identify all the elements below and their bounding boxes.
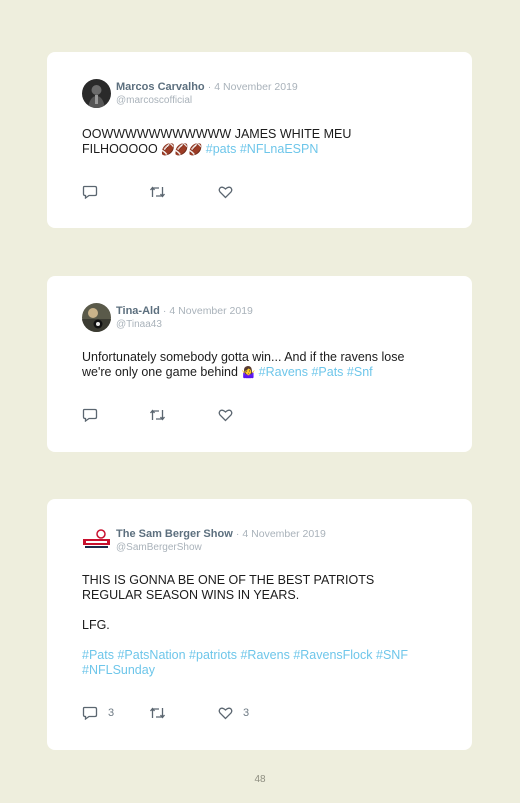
separator: · (235, 528, 240, 540)
reply-icon (82, 706, 98, 720)
hashtag[interactable]: #PatsNation (117, 648, 185, 662)
tweet-text-line: REGULAR SEASON WINS IN YEARS. (82, 588, 300, 602)
tweet-date[interactable]: 4 November 2019 (214, 81, 297, 93)
tweet-card: Marcos Carvalho · 4 November 2019 @marco… (47, 52, 472, 228)
tweet-text: Unfortunately somebody gotta win... And … (82, 350, 452, 381)
hashtag[interactable]: #pats (206, 142, 237, 156)
page-number: 48 (254, 774, 266, 785)
like-button[interactable]: 3 (218, 706, 249, 720)
football-emoji: 🏈🏈🏈 (161, 144, 203, 156)
tweet-text-line: we're only one game behind (82, 365, 238, 379)
avatar[interactable] (82, 79, 111, 108)
tweet-text: THIS IS GONNA BE ONE OF THE BEST PATRIOT… (82, 573, 452, 678)
hashtag[interactable]: #SNF (376, 648, 408, 662)
like-icon (218, 409, 233, 422)
retweet-icon (149, 186, 166, 198)
name-line: The Sam Berger Show · 4 November 2019 (116, 528, 326, 540)
display-name[interactable]: Marcos Carvalho (116, 81, 205, 93)
name-line: Tina-Ald · 4 November 2019 (116, 305, 253, 317)
hashtag[interactable]: #patriots (189, 648, 237, 662)
name-line: Marcos Carvalho · 4 November 2019 (116, 81, 298, 93)
shrug-emoji: 🤷‍♀️ (241, 367, 256, 379)
retweet-button[interactable] (149, 185, 176, 199)
tweet-card: The Sam Berger Show · 4 November 2019 @S… (47, 499, 472, 750)
retweet-icon (149, 409, 166, 421)
tweet-date[interactable]: 4 November 2019 (169, 305, 252, 317)
user-handle[interactable]: @marcoscofficial (116, 95, 192, 106)
avatar[interactable] (82, 526, 111, 555)
tweet-text-line: OOWWWWWWWWWWW JAMES WHITE MEU (82, 127, 352, 141)
reply-count: 3 (108, 707, 115, 719)
retweet-icon (149, 707, 166, 719)
reply-icon (82, 185, 98, 199)
avatar[interactable] (82, 303, 111, 332)
separator: · (207, 81, 212, 93)
display-name[interactable]: The Sam Berger Show (116, 528, 233, 540)
hashtag[interactable]: #RavensFlock (293, 648, 372, 662)
reply-button[interactable]: 3 (82, 706, 114, 720)
like-icon (218, 186, 233, 199)
like-button[interactable] (218, 408, 243, 422)
tweet-date[interactable]: 4 November 2019 (242, 528, 325, 540)
tweet-text-line: THIS IS GONNA BE ONE OF THE BEST PATRIOT… (82, 573, 375, 587)
display-name[interactable]: Tina-Ald (116, 305, 160, 317)
tweet-text-line: Unfortunately somebody gotta win... And … (82, 350, 405, 364)
user-handle[interactable]: @SamBergerShow (116, 542, 202, 553)
tweet-text: OOWWWWWWWWWWW JAMES WHITE MEU FILHOOOOO … (82, 127, 452, 158)
like-button[interactable] (218, 185, 243, 199)
tweet-card: Tina-Ald · 4 November 2019 @Tinaa43 Unfo… (47, 276, 472, 452)
retweet-button[interactable] (149, 408, 176, 422)
hashtag[interactable]: #Snf (347, 365, 373, 379)
hashtag[interactable]: #Ravens (259, 365, 308, 379)
reply-icon (82, 408, 98, 422)
reply-button[interactable] (82, 408, 108, 422)
hashtag[interactable]: #Ravens (240, 648, 289, 662)
reply-button[interactable] (82, 185, 108, 199)
tweet-actions (82, 185, 282, 201)
hashtag[interactable]: #NFLnaESPN (240, 142, 319, 156)
like-icon (218, 707, 233, 720)
tweet-text-line: LFG. (82, 618, 110, 632)
tweet-actions: 3 3 (82, 706, 282, 722)
like-count: 3 (243, 707, 250, 719)
hashtag[interactable]: #Pats (311, 365, 343, 379)
tweet-actions (82, 408, 282, 424)
separator: · (162, 305, 167, 317)
user-handle[interactable]: @Tinaa43 (116, 319, 162, 330)
retweet-button[interactable] (149, 706, 176, 720)
hashtag[interactable]: #Pats (82, 648, 114, 662)
hashtag[interactable]: #NFLSunday (82, 663, 155, 677)
tweet-text-line: FILHOOOOO (82, 142, 158, 156)
